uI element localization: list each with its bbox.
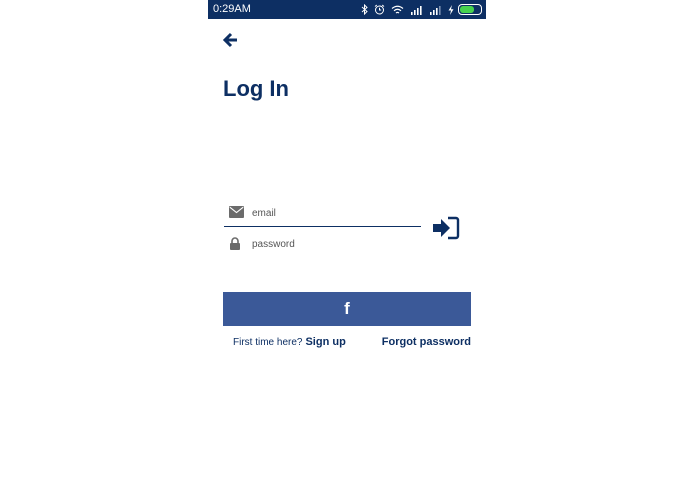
lock-icon [230,237,240,250]
signal-icon [430,5,441,15]
signal-icon [411,5,422,15]
envelope-icon [229,206,244,218]
signup-link[interactable]: Sign up [305,336,345,348]
password-field [224,233,421,257]
battery-level [460,6,474,13]
phone-screen: 0:29AM Log In email f First time here? S… [208,0,486,494]
bottom-links: First time here? Sign up Forgot password [233,336,471,348]
first-time-text: First time here? [233,337,303,348]
arrow-left-icon [222,32,237,48]
battery-icon [458,4,482,15]
email-field [224,202,421,227]
wifi-icon [391,5,404,13]
sign-in-icon [433,216,460,240]
email-input[interactable] [252,202,412,224]
bluetooth-icon [361,4,368,15]
forgot-password-link[interactable]: Forgot password [382,336,471,348]
facebook-icon: f [344,299,350,318]
status-bar: 0:29AM [208,0,486,19]
password-input[interactable] [252,233,412,255]
charging-icon [448,4,454,15]
login-submit-button[interactable] [432,216,460,240]
facebook-login-button[interactable]: f [223,292,471,326]
page-title: Log In [223,76,289,101]
alarm-icon [374,4,385,15]
back-button[interactable] [222,31,240,49]
status-icons [355,3,482,16]
status-time: 0:29AM [213,3,251,15]
